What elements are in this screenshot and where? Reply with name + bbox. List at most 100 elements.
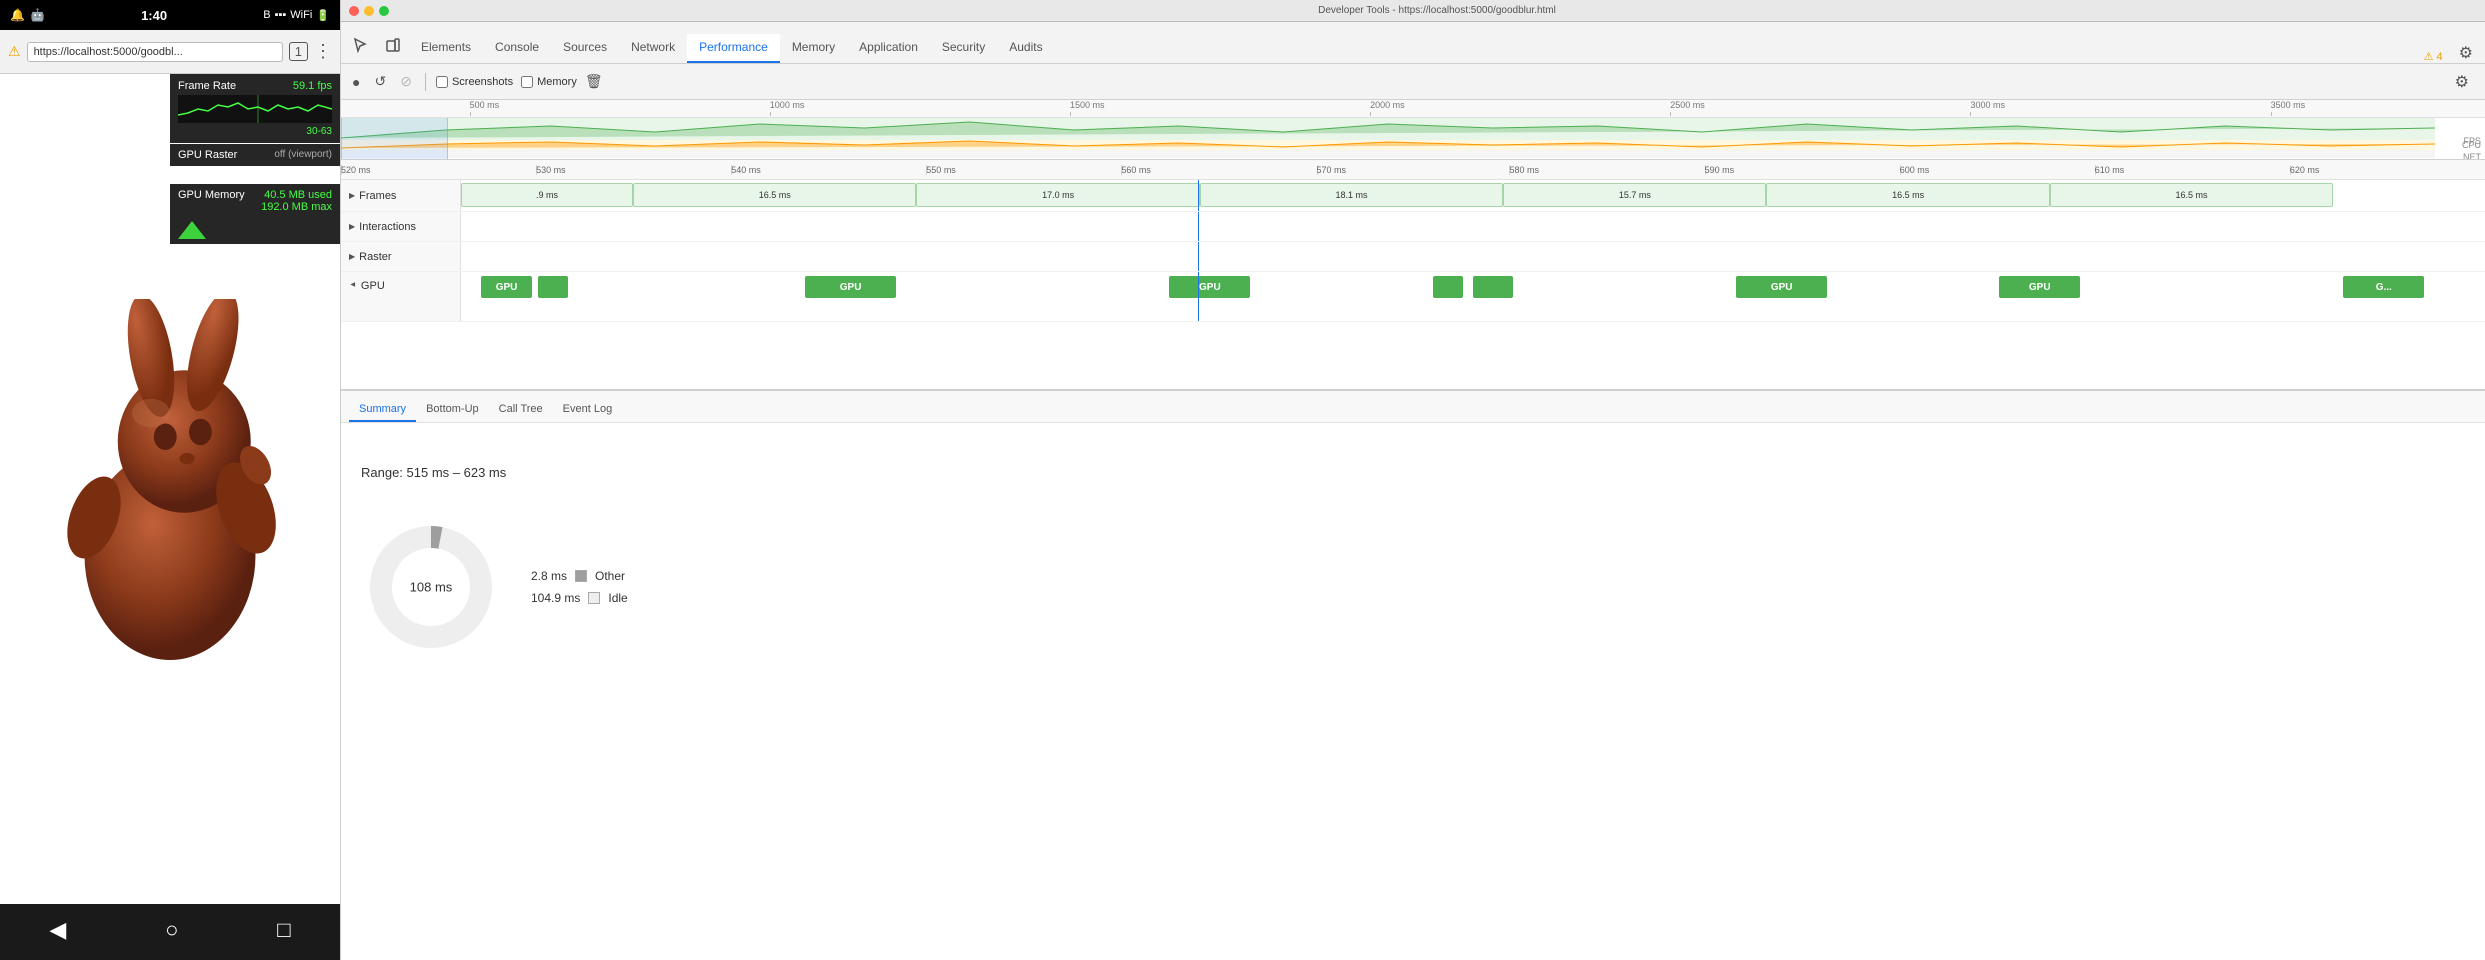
interactions-triangle[interactable]: ▶ bbox=[349, 222, 355, 231]
clear-button[interactable]: 🗑 bbox=[585, 73, 603, 90]
phone-content: Frame Rate 59.1 fps 30-63 GPU Raster off… bbox=[0, 74, 340, 904]
url-display[interactable]: https://localhost:5000/goodbl... bbox=[27, 42, 283, 62]
raster-row: ▶ Raster bbox=[341, 242, 2485, 272]
traffic-lights bbox=[349, 6, 389, 16]
warning-icon: ⚠ bbox=[2424, 50, 2434, 63]
tab-sources[interactable]: Sources bbox=[551, 34, 619, 63]
phone-panel: 🔔 🤖 1:40 B ▪▪▪ WiFi 🔋 ⚠ https://localhos… bbox=[0, 0, 340, 960]
back-button[interactable]: ◀ bbox=[49, 917, 66, 943]
close-button[interactable] bbox=[349, 6, 359, 16]
minimize-button[interactable] bbox=[364, 6, 374, 16]
tab-bottom-up[interactable]: Bottom-Up bbox=[416, 398, 489, 422]
tick-2000: 2000 ms bbox=[1370, 100, 1405, 116]
cursor-line-interactions bbox=[1198, 212, 1199, 241]
summary-panel: Summary Bottom-Up Call Tree Event Log Ra… bbox=[341, 390, 2485, 730]
cursor-line-gpu bbox=[1198, 272, 1199, 321]
android-icon: 🤖 bbox=[30, 8, 45, 22]
bunny-image bbox=[40, 299, 300, 679]
frame-block-6: 16.5 ms bbox=[2050, 183, 2333, 207]
devtools-panel: Developer Tools - https://localhost:5000… bbox=[340, 0, 2485, 960]
warning-count: 4 bbox=[2437, 51, 2443, 63]
detail-tick-600: 600 ms bbox=[1900, 165, 1930, 175]
gpu-raster-overlay: GPU Raster off (viewport) bbox=[170, 144, 340, 166]
performance-toolbar: ● ↺ ⊘ Screenshots Memory 🗑 ⚙ bbox=[341, 64, 2485, 100]
record-button[interactable]: ● bbox=[349, 71, 363, 93]
frame-rate-title: Frame Rate bbox=[178, 80, 236, 92]
interactions-content bbox=[461, 212, 2485, 241]
tab-network[interactable]: Network bbox=[619, 34, 687, 63]
tab-security[interactable]: Security bbox=[930, 34, 997, 63]
gpu-row: ▼ GPU GPU GPU GPU GPU GPU G... bbox=[341, 272, 2485, 322]
cursor-line-raster bbox=[1198, 242, 1199, 271]
frames-triangle[interactable]: ▶ bbox=[349, 191, 355, 200]
cursor-tool-button[interactable] bbox=[345, 29, 377, 61]
tab-event-log[interactable]: Event Log bbox=[553, 398, 623, 422]
tab-memory[interactable]: Memory bbox=[780, 34, 847, 63]
timeline-overview[interactable]: 500 ms 1000 ms 1500 ms 2000 ms 2500 ms 3… bbox=[341, 100, 2485, 160]
reload-record-button[interactable]: ↺ bbox=[371, 70, 389, 93]
browser-bar: ⚠ https://localhost:5000/goodbl... 1 ⋮ bbox=[0, 30, 340, 74]
stop-button[interactable]: ⊘ bbox=[397, 70, 415, 93]
frame-block-4: 15.7 ms bbox=[1503, 183, 1766, 207]
memory-checkbox-group: Memory bbox=[521, 76, 577, 88]
screenshots-label[interactable]: Screenshots bbox=[452, 76, 513, 88]
detail-ruler: 520 ms 530 ms 540 ms 550 ms 560 ms 570 m… bbox=[341, 160, 2485, 180]
devtools-settings-button[interactable]: ⚙ bbox=[2451, 43, 2481, 63]
detail-tick-560: 560 ms bbox=[1121, 165, 1151, 175]
device-toggle-button[interactable] bbox=[377, 29, 409, 61]
frame-rate-fps: 59.1 fps bbox=[293, 80, 332, 92]
tab-performance[interactable]: Performance bbox=[687, 34, 780, 63]
gpu-content: GPU GPU GPU GPU GPU G... bbox=[461, 272, 2485, 321]
browser-menu-icon[interactable]: ⋮ bbox=[314, 41, 332, 62]
devtools-titlebar: Developer Tools - https://localhost:5000… bbox=[341, 0, 2485, 22]
gpu-memory-graph bbox=[178, 217, 206, 239]
recent-button[interactable]: □ bbox=[277, 917, 290, 943]
performance-settings-button[interactable]: ⚙ bbox=[2447, 72, 2477, 92]
tick-500: 500 ms bbox=[470, 100, 500, 116]
gpu-block-0: GPU bbox=[481, 276, 532, 298]
fps-range: 30-63 bbox=[178, 126, 332, 137]
gpu-block-1 bbox=[538, 276, 568, 298]
timeline-detail[interactable]: 520 ms 530 ms 540 ms 550 ms 560 ms 570 m… bbox=[341, 160, 2485, 390]
tab-count-icon[interactable]: 1 bbox=[289, 42, 308, 61]
memory-label[interactable]: Memory bbox=[537, 76, 577, 88]
tab-elements[interactable]: Elements bbox=[409, 34, 483, 63]
gpu-block-8: G... bbox=[2343, 276, 2424, 298]
status-time: 1:40 bbox=[141, 8, 167, 23]
tab-console[interactable]: Console bbox=[483, 34, 551, 63]
tick-1500: 1500 ms bbox=[1070, 100, 1105, 116]
other-swatch bbox=[575, 570, 587, 582]
tick-2500: 2500 ms bbox=[1670, 100, 1705, 116]
memory-checkbox[interactable] bbox=[521, 76, 533, 88]
legend-idle-label: Idle bbox=[608, 591, 627, 605]
detail-tick-610: 610 ms bbox=[2095, 165, 2125, 175]
interactions-title: Interactions bbox=[359, 221, 416, 233]
gpu-raster-title: GPU Raster bbox=[178, 149, 237, 161]
cursor-line bbox=[1198, 180, 1199, 211]
tab-application[interactable]: Application bbox=[847, 34, 930, 63]
gpu-triangle[interactable]: ▼ bbox=[348, 281, 357, 289]
toolbar-separator bbox=[425, 73, 426, 91]
frame-block-0: .9 ms bbox=[461, 183, 633, 207]
home-button[interactable]: ○ bbox=[165, 917, 178, 943]
raster-triangle[interactable]: ▶ bbox=[349, 252, 355, 261]
frames-row: ▶ Frames .9 ms 16.5 ms 17.0 ms 18.1 ms 1… bbox=[341, 180, 2485, 212]
raster-title: Raster bbox=[359, 251, 391, 263]
frames-title: Frames bbox=[359, 190, 396, 202]
tab-call-tree[interactable]: Call Tree bbox=[489, 398, 553, 422]
battery-icon: 🔋 bbox=[316, 9, 330, 22]
idle-swatch bbox=[588, 592, 600, 604]
detail-tick-590: 590 ms bbox=[1705, 165, 1735, 175]
legend-idle-value: 104.9 ms bbox=[531, 591, 580, 605]
gpu-block-5 bbox=[1473, 276, 1513, 298]
nav-bar: ◀ ○ □ bbox=[0, 904, 340, 960]
frame-block-2: 17.0 ms bbox=[916, 183, 1199, 207]
screenshots-checkbox[interactable] bbox=[436, 76, 448, 88]
tab-audits[interactable]: Audits bbox=[997, 34, 1054, 63]
donut-chart: 108 ms bbox=[361, 517, 501, 657]
tick-3500: 3500 ms bbox=[2271, 100, 2306, 116]
tab-summary[interactable]: Summary bbox=[349, 398, 416, 422]
legend-other: 2.8 ms Other bbox=[531, 569, 628, 583]
maximize-button[interactable] bbox=[379, 6, 389, 16]
warning-badge[interactable]: ⚠ 4 bbox=[2416, 50, 2451, 63]
